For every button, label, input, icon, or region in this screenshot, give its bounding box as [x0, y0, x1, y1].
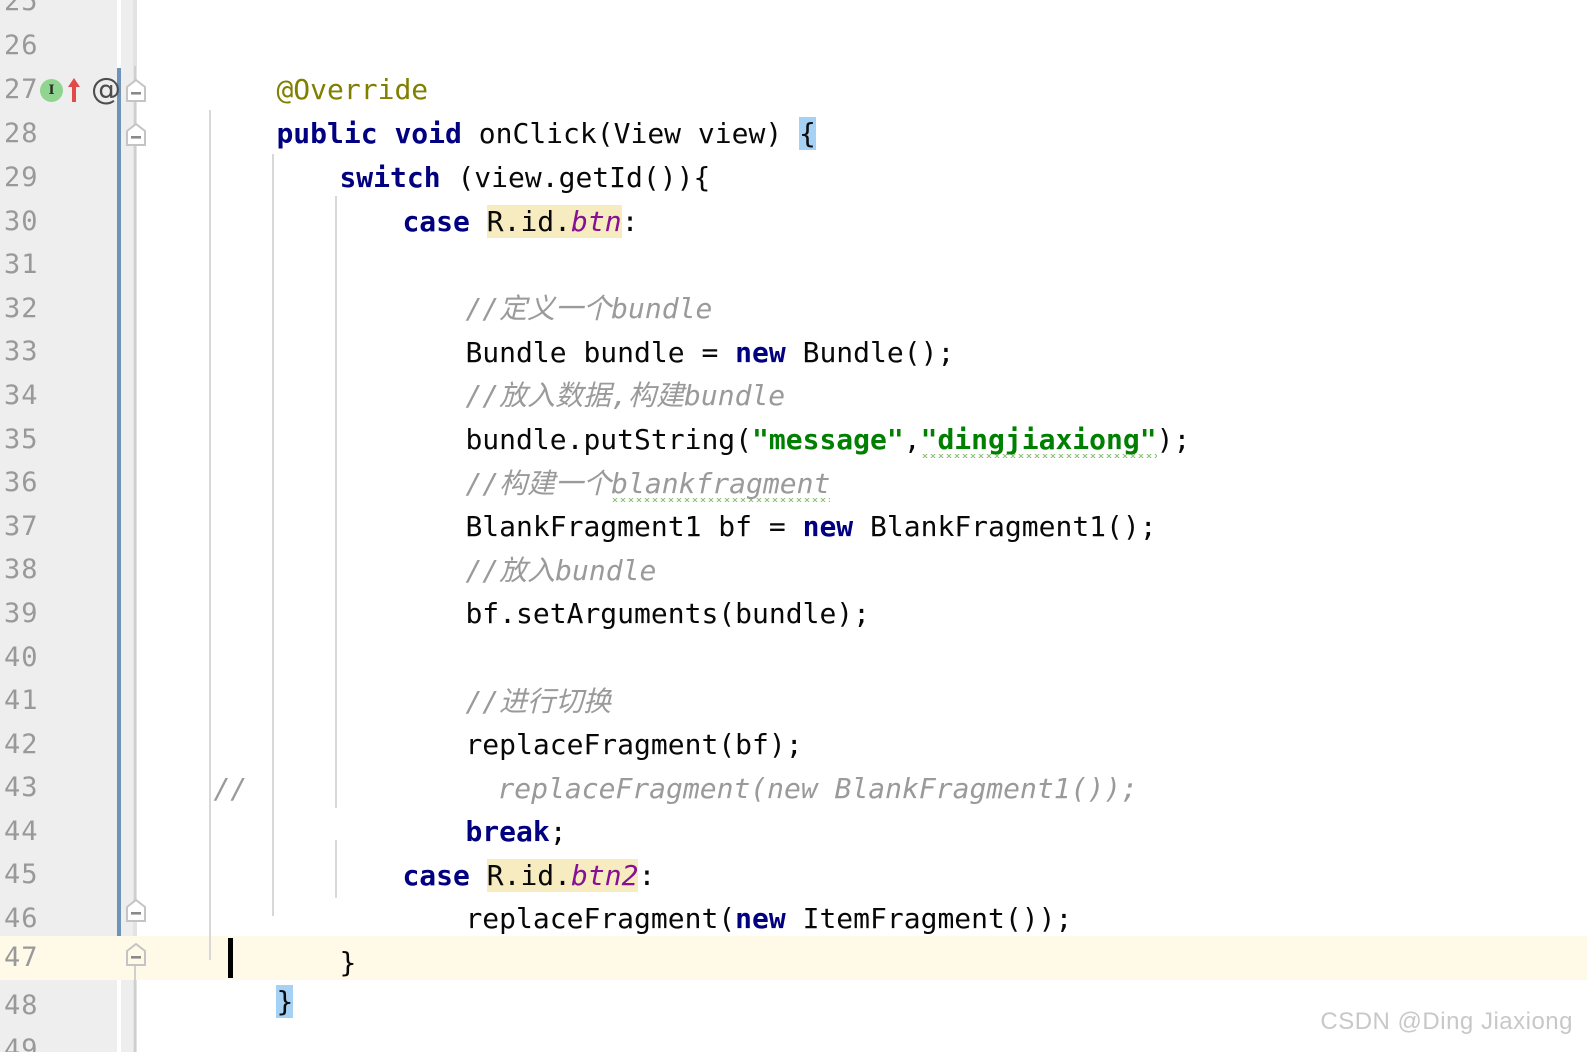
setarguments-call: bf.setArguments(bundle); [465, 596, 871, 630]
code-line-38[interactable]: bf.setArguments(bundle); [398, 548, 870, 630]
fold-collapse-icon-line-47[interactable] [124, 942, 148, 968]
fold-connector-line [134, 130, 136, 905]
line-number-45: 45 [4, 859, 39, 890]
code-line-27[interactable]: public void onClick(View view) { [209, 68, 816, 150]
line-number-42: 42 [4, 729, 39, 760]
fold-collapse-icon-line-27[interactable] [124, 78, 148, 104]
indent-guide-level-2 [272, 154, 274, 916]
comment-slashes: // [213, 771, 248, 805]
code-line-42-slashes[interactable]: // [146, 723, 247, 805]
code-editor[interactable]: 25 26 27 28 29 30 31 32 33 34 35 36 37 3… [0, 0, 1587, 1052]
line-number-30: 30 [4, 206, 39, 237]
code-line-47[interactable]: } [209, 936, 294, 1018]
line-number-49: 49 [4, 1034, 39, 1052]
line-number-37: 37 [4, 511, 39, 542]
line-number-36: 36 [4, 467, 39, 498]
code-line-36[interactable]: BlankFragment1 bf = new BlankFragment1()… [398, 461, 1156, 543]
code-line-43[interactable]: break; [398, 766, 566, 848]
fragment-ctor: BlankFragment1(); [853, 509, 1157, 543]
code-line-32[interactable]: Bundle bundle = new Bundle(); [398, 287, 954, 369]
identifier-occurrence-highlight: R.id.btn [486, 204, 622, 238]
bundle-ctor: Bundle(); [785, 335, 955, 369]
code-line-42-body[interactable]: replaceFragment(new BlankFragment1()); [430, 723, 1138, 805]
fold-collapse-icon-line-46[interactable] [124, 898, 148, 924]
line-number-38: 38 [4, 554, 39, 585]
code-line-34[interactable]: bundle.putString("message","dingjiaxiong… [398, 374, 1190, 456]
code-line-28[interactable]: switch (view.getId()){ [272, 112, 710, 194]
line-number-48: 48 [4, 990, 39, 1021]
arg-comma: , [903, 422, 921, 456]
indent-guide-level-1 [209, 110, 211, 960]
code-line-26[interactable]: @Override [209, 24, 428, 106]
keyword-new: new [735, 901, 786, 935]
line-number-31: 31 [4, 249, 39, 280]
line-number-26: 26 [4, 30, 39, 61]
csdn-watermark: CSDN @Ding Jiaxiong [1320, 1008, 1573, 1035]
comment-replacefragment-disabled: replaceFragment(new BlankFragment1()); [497, 771, 1139, 805]
code-line-41[interactable]: replaceFragment(bf); [398, 679, 802, 761]
line-number-32: 32 [4, 293, 39, 324]
replacefragment-call-prefix: replaceFragment( [465, 901, 736, 935]
folding-gutter[interactable] [121, 0, 133, 1052]
line-number-29: 29 [4, 162, 39, 193]
line-number-35: 35 [4, 424, 39, 455]
putstring-call-suffix: ); [1156, 422, 1191, 456]
annotation-at-icon[interactable]: @ [91, 75, 121, 105]
line-number-41: 41 [4, 685, 39, 716]
line-number-47: 47 [0, 936, 113, 980]
code-line-37[interactable]: //放入bundle [398, 505, 656, 587]
code-line-44[interactable]: case R.id.btn2: [335, 810, 655, 892]
line-number-39: 39 [4, 598, 39, 629]
matching-brace-close: } [276, 984, 294, 1018]
matching-brace-open: { [799, 116, 816, 150]
line-number-46: 46 [4, 903, 39, 934]
text-caret [228, 938, 233, 978]
fold-collapse-icon-line-28[interactable] [124, 122, 148, 148]
line-number-34: 34 [4, 380, 39, 411]
code-line-46[interactable]: } [272, 897, 356, 979]
indent-guide-level-3 [335, 196, 337, 808]
code-line-31[interactable]: //定义一个bundle [398, 243, 712, 325]
override-arrow-icon[interactable] [65, 76, 83, 104]
line-number-25: 25 [4, 0, 39, 17]
field-btn: btn [571, 204, 622, 238]
gutter-icon-group[interactable]: I @ [40, 68, 121, 112]
string-dingjiaxiong: "dingjiaxiong" [920, 422, 1157, 461]
line-number-43: 43 [4, 772, 39, 803]
switch-close-brace: } [339, 945, 357, 979]
line-number-28: 28 [4, 118, 39, 149]
code-line-45[interactable]: replaceFragment(new ItemFragment()); [398, 853, 1072, 935]
code-line-33[interactable]: //放入数据,构建bundle [398, 330, 785, 412]
line-number-44: 44 [4, 816, 39, 847]
code-line-29[interactable]: case R.id.btn: [335, 156, 638, 238]
line-number-33: 33 [4, 336, 39, 367]
line-number-40: 40 [4, 642, 39, 673]
code-line-35[interactable]: //构建一个blankfragment [398, 418, 831, 500]
implementing-method-icon[interactable]: I [40, 78, 63, 102]
keyword-new: new [802, 509, 854, 543]
code-line-49[interactable]: //完成动态切换 [209, 1028, 478, 1052]
code-line-40[interactable]: //进行切换 [398, 636, 611, 718]
itemfragment-ctor: ItemFragment()); [785, 901, 1073, 935]
keyword-case: case [402, 204, 470, 238]
case-colon: : [621, 204, 639, 238]
resource-prefix: R.id. [486, 204, 572, 238]
changed-lines-marker[interactable] [117, 68, 121, 960]
